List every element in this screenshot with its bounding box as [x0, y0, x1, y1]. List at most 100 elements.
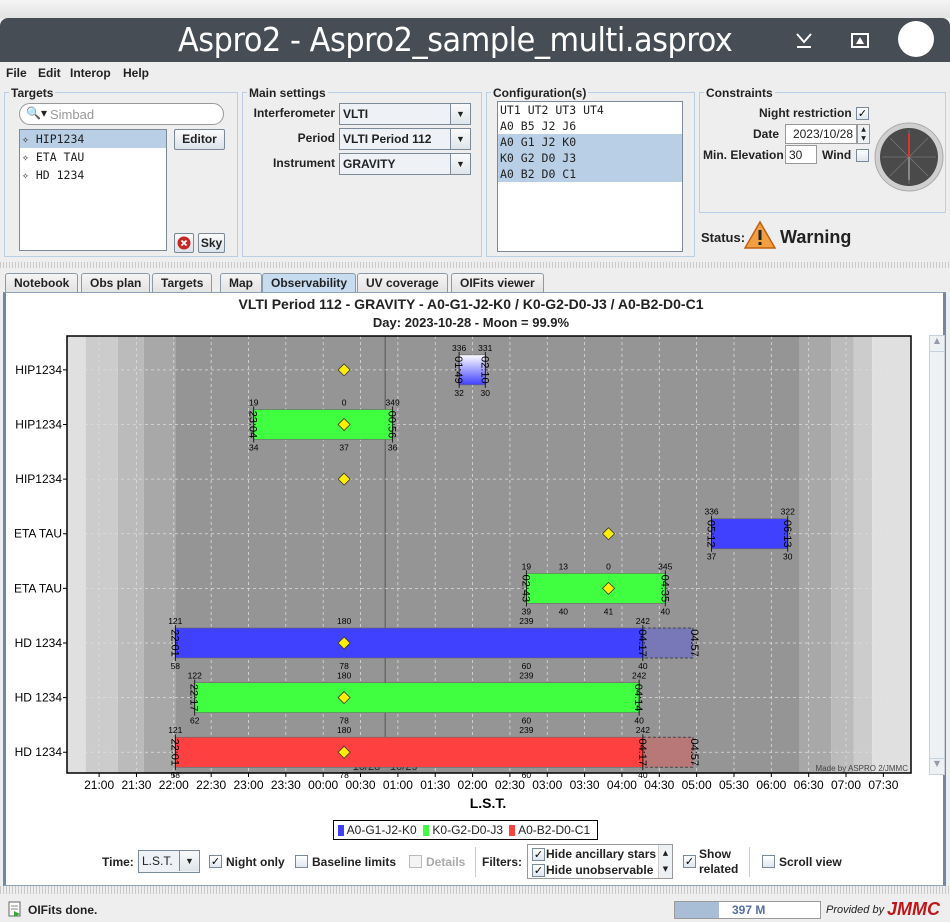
- bar-azimuth-label: 242: [636, 616, 650, 626]
- bar-azimuth-label: 0: [606, 561, 611, 571]
- bar-azimuth-label: 121: [168, 725, 182, 735]
- legend-item: A0-G1-J2-K0: [346, 823, 417, 837]
- y-tick-label: ETA TAU: [14, 581, 62, 595]
- filters-scrollbar[interactable]: ▲ ▼: [658, 845, 672, 878]
- bar-time-label: 00:56: [386, 411, 398, 439]
- bar-time-label: 22:01: [168, 738, 180, 766]
- bar-extension: [642, 736, 694, 768]
- night-band: [872, 336, 911, 773]
- details-checkbox[interactable]: [409, 855, 422, 868]
- time-select[interactable]: L.S.T. ▼: [138, 850, 200, 873]
- hide-unobservable-checkbox[interactable]: ✓: [532, 864, 545, 877]
- x-tick-label: 03:00: [532, 778, 562, 792]
- scroll-view-checkbox[interactable]: [762, 855, 775, 868]
- bar-elevation-label: 32: [454, 388, 464, 398]
- bar-time-label: 04:17: [636, 629, 648, 657]
- night-band: [853, 336, 873, 773]
- y-tick-label: ETA TAU: [14, 527, 62, 541]
- bar-elevation-label: 40: [634, 716, 644, 726]
- x-tick-label: 22:30: [196, 778, 226, 792]
- bar-azimuth-label: 180: [337, 616, 351, 626]
- bar-azimuth-label: 242: [636, 725, 650, 735]
- night-band: [143, 336, 176, 773]
- baseline-limits-label: Baseline limits: [312, 855, 397, 869]
- x-tick-label: 06:00: [756, 778, 786, 792]
- status-bar: OIFits done. 397 M Provided by JMMC: [0, 897, 950, 922]
- bar-elevation-label: 41: [604, 606, 614, 616]
- show-related-checkbox[interactable]: ✓: [683, 855, 696, 868]
- bar-time-label: 02:10: [478, 356, 490, 384]
- night-only-checkbox[interactable]: ✓: [209, 855, 222, 868]
- filters-list[interactable]: ✓ Hide ancillary stars ✓ Hide unobservab…: [527, 844, 673, 879]
- night-only-label: Night only: [226, 855, 285, 869]
- bar-time-label: 23:04: [247, 411, 259, 439]
- bar-azimuth-label: 122: [188, 671, 202, 681]
- hide-unobservable-label: Hide unobservable: [546, 863, 654, 877]
- separator: [475, 847, 476, 877]
- memory-bar-fill: [675, 902, 719, 918]
- bar-azimuth-label: 242: [632, 671, 646, 681]
- bar-azimuth-label: 180: [337, 671, 351, 681]
- bar-elevation-label: 30: [481, 388, 491, 398]
- bar-ext-label: 04:57: [688, 738, 700, 766]
- bar-azimuth-label: 19: [522, 561, 532, 571]
- x-tick-label: 01:00: [383, 778, 413, 792]
- hide-ancillary-label: Hide ancillary stars: [546, 847, 657, 861]
- x-tick-label: 02:00: [458, 778, 488, 792]
- x-axis-label: L.S.T.: [470, 795, 507, 811]
- bar-time-label: 01:49: [452, 356, 464, 384]
- bar-azimuth-label: 121: [168, 616, 182, 626]
- bar-azimuth-label: 13: [559, 561, 569, 571]
- bar-azimuth-label: 349: [386, 397, 400, 407]
- x-tick-label: 00:00: [308, 778, 338, 792]
- chart-controls: Time: L.S.T. ▼ ✓ Night only Baseline limi…: [6, 843, 944, 883]
- bar-elevation-label: 60: [522, 716, 532, 726]
- legend-swatch-red: [509, 825, 516, 837]
- x-tick-label: 05:00: [682, 778, 712, 792]
- y-tick-label: HIP1234: [15, 417, 62, 431]
- x-tick-label: 06:30: [794, 778, 824, 792]
- x-tick-label: 23:00: [233, 778, 263, 792]
- bar-elevation-label: 40: [638, 661, 648, 671]
- x-tick-label: 07:30: [868, 778, 898, 792]
- night-band: [67, 336, 86, 773]
- bar-elevation-label: 58: [171, 661, 181, 671]
- observability-bar: [175, 736, 644, 768]
- bar-time-label: 22:17: [188, 684, 200, 712]
- split-pane-divider-bottom[interactable]: [0, 886, 950, 894]
- night-band: [831, 336, 854, 773]
- jmmc-logo: JMMC: [887, 899, 940, 919]
- y-tick-label: HIP1234: [15, 472, 62, 486]
- memory-value: 397 M: [732, 903, 766, 917]
- x-tick-label: 01:30: [420, 778, 450, 792]
- chevron-down-icon: ▼: [179, 851, 199, 871]
- bar-elevation-label: 39: [522, 606, 532, 616]
- night-band: [117, 336, 144, 773]
- bar-azimuth-label: 331: [478, 343, 492, 353]
- memory-bar[interactable]: 397 M: [674, 901, 821, 919]
- night-band: [85, 336, 118, 773]
- bar-azimuth-label: 0: [342, 397, 347, 407]
- bar-elevation-label: 40: [559, 606, 569, 616]
- status-message: OIFits done.: [28, 903, 98, 917]
- bar-elevation-label: 37: [707, 552, 717, 562]
- observability-bar: [711, 518, 789, 550]
- x-tick-label: 05:30: [719, 778, 749, 792]
- bar-extension: [642, 627, 694, 659]
- x-tick-label: 04:00: [607, 778, 637, 792]
- x-tick-label: 22:00: [159, 778, 189, 792]
- bar-azimuth-label: 336: [452, 343, 466, 353]
- time-label: Time:: [102, 855, 134, 869]
- bar-azimuth-label: 239: [519, 616, 533, 626]
- y-tick-label: HD 1234: [15, 636, 63, 650]
- bar-azimuth-label: 336: [704, 507, 718, 517]
- bar-elevation-label: 78: [339, 716, 349, 726]
- bar-elevation-label: 37: [339, 442, 349, 452]
- hide-ancillary-checkbox[interactable]: ✓: [532, 848, 545, 861]
- bar-azimuth-label: 180: [337, 725, 351, 735]
- bar-elevation-label: 40: [661, 606, 671, 616]
- baseline-limits-checkbox[interactable]: [295, 855, 308, 868]
- bar-time-label: 22:01: [168, 629, 180, 657]
- bar-azimuth-label: 19: [249, 397, 259, 407]
- bar-elevation-label: 78: [339, 661, 349, 671]
